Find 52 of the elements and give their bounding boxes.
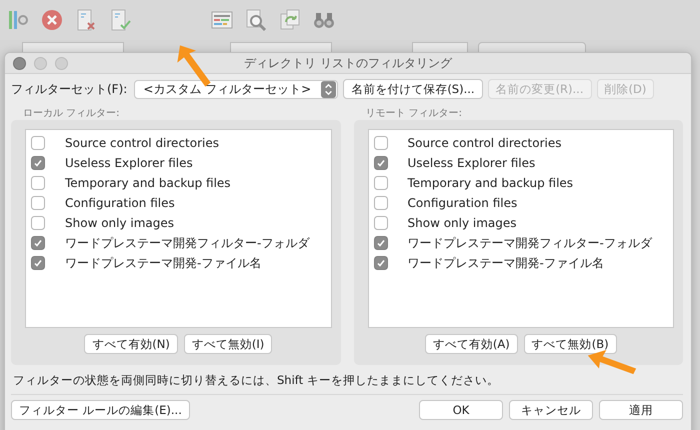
- hint-text: フィルターの状態を両側同時に切り替えるには、Shift キーを押したままにしてください。: [13, 373, 500, 388]
- checkbox[interactable]: [31, 176, 45, 190]
- dialog-button[interactable]: OK: [419, 400, 503, 420]
- checkbox[interactable]: [31, 256, 45, 270]
- filter-name[interactable]: ワードプレステーマ開発フィルター-フォルダ: [408, 234, 652, 252]
- filter-name[interactable]: ワードプレステーマ開発-ファイル名: [408, 254, 604, 272]
- filter-name[interactable]: ワードプレステーマ開発-ファイル名: [65, 254, 262, 272]
- filter-name[interactable]: Configuration files: [408, 196, 518, 210]
- sync-icon[interactable]: [278, 8, 302, 32]
- arrow-annotation: [586, 348, 638, 376]
- checkbox[interactable]: [31, 196, 45, 210]
- panel-label: リモート フィルター:: [364, 107, 464, 120]
- checkbox[interactable]: [374, 216, 388, 230]
- checkbox[interactable]: [374, 156, 388, 170]
- filter-name[interactable]: Useless Explorer files: [65, 156, 193, 170]
- filter-name[interactable]: Configuration files: [65, 196, 175, 210]
- filter-name[interactable]: Temporary and backup files: [408, 176, 574, 190]
- filter-name[interactable]: ワードプレステーマ開発フィルター-フォルダ: [65, 234, 310, 252]
- checkbox[interactable]: [374, 136, 388, 150]
- toggle-all-button[interactable]: すべて有効(A): [424, 334, 518, 354]
- checkbox[interactable]: [374, 256, 388, 270]
- filter-set-dropdown[interactable]: <カスタム フィルターセット>: [134, 80, 338, 98]
- dialog-button[interactable]: キャンセル: [509, 400, 593, 420]
- filter-name[interactable]: Source control directories: [408, 136, 562, 150]
- window-title: ディレクトリ リストのフィルタリング: [244, 54, 452, 72]
- toggle-all-button[interactable]: すべて無効(I): [184, 334, 272, 354]
- checkbox[interactable]: [31, 236, 45, 250]
- dropdown-arrows-icon: [321, 80, 336, 98]
- filter-name[interactable]: Temporary and backup files: [65, 176, 231, 190]
- filter-name[interactable]: Source control directories: [65, 136, 219, 150]
- filter-set-button[interactable]: 名前を付けて保存(S)...: [343, 79, 483, 99]
- filter-name[interactable]: Show only images: [65, 216, 174, 230]
- toggle-all-button[interactable]: すべて有効(N): [84, 334, 178, 354]
- checkbox[interactable]: [374, 176, 388, 190]
- filter-set-label: フィルターセット(F):: [11, 80, 128, 98]
- panel-label: ローカル フィルター:: [22, 107, 121, 120]
- filter-name[interactable]: Useless Explorer files: [408, 156, 536, 170]
- site-manager-icon[interactable]: [6, 8, 30, 32]
- search-icon[interactable]: [244, 8, 268, 32]
- checkbox[interactable]: [374, 196, 388, 210]
- checkbox[interactable]: [31, 156, 45, 170]
- minimize-button[interactable]: [34, 57, 47, 70]
- cancel-icon[interactable]: [40, 8, 64, 32]
- checkbox[interactable]: [31, 216, 45, 230]
- filter-name[interactable]: Show only images: [408, 216, 517, 230]
- toggle-all-button[interactable]: すべて無効(B): [524, 334, 617, 354]
- close-button[interactable]: [13, 57, 26, 70]
- edit-rules-button[interactable]: フィルター ルールの編集(E)...: [11, 400, 190, 420]
- dialog-button[interactable]: 適用: [599, 400, 683, 420]
- zoom-button[interactable]: [55, 57, 68, 70]
- checkbox[interactable]: [374, 236, 388, 250]
- checkbox[interactable]: [31, 136, 45, 150]
